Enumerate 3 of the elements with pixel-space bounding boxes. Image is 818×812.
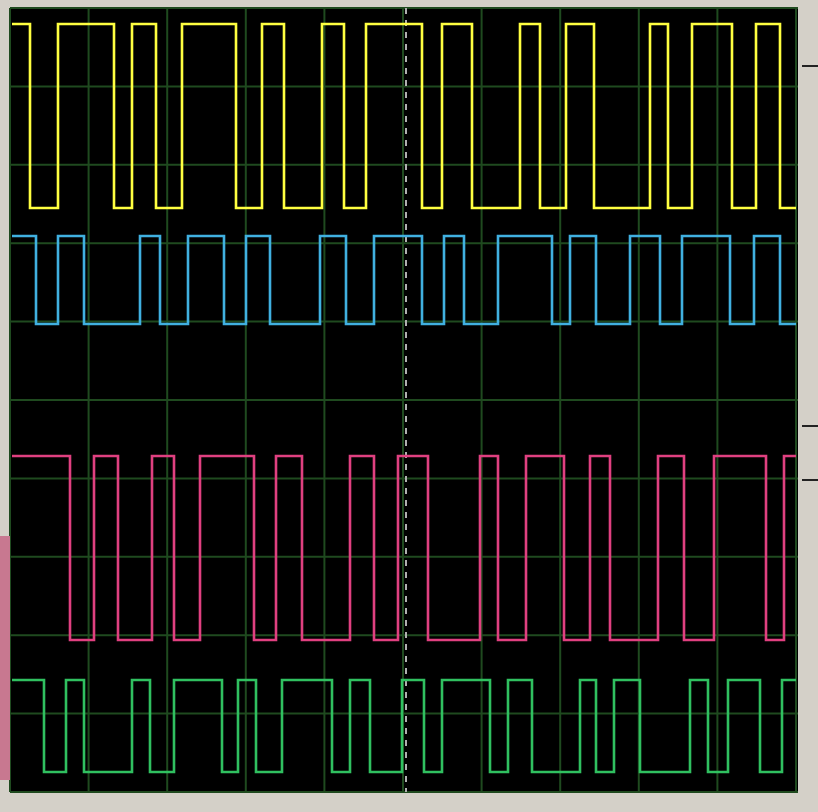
tick-mark bbox=[801, 479, 818, 481]
tick-mark bbox=[801, 425, 818, 427]
tick-mark bbox=[801, 65, 818, 67]
